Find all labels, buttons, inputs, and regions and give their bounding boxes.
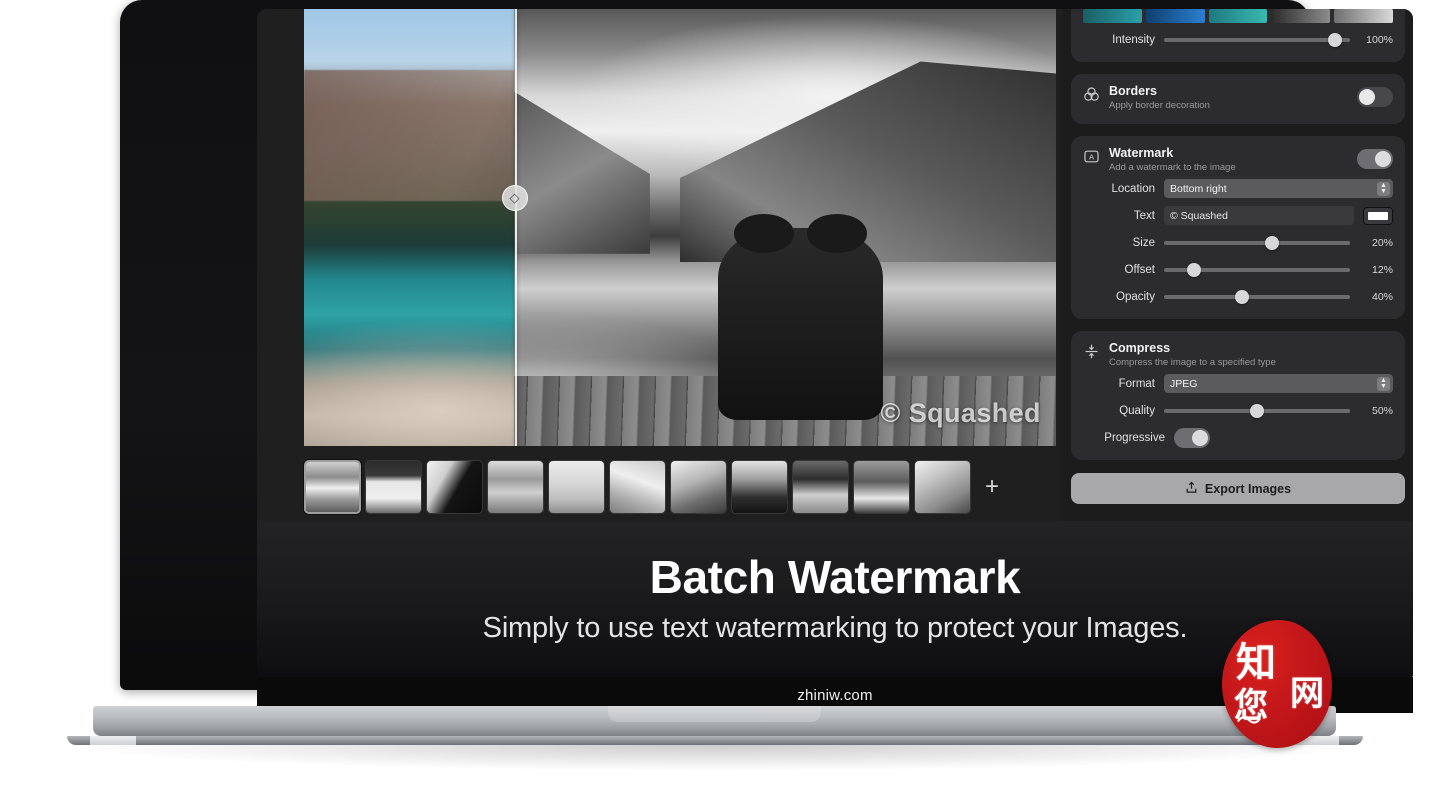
laptop-shadow — [60, 745, 1370, 771]
list-item[interactable] — [792, 460, 849, 514]
watermark-text-input[interactable]: © Squashed — [1164, 206, 1354, 225]
list-item[interactable] — [853, 460, 910, 514]
export-area: Export Images — [1071, 473, 1405, 504]
preview-column: © Squashed ◇ + — [257, 9, 1063, 521]
image-preview[interactable]: © Squashed ◇ — [304, 9, 1056, 446]
location-label: Location — [1111, 182, 1155, 195]
diamond-chevron-icon: ◇ — [509, 189, 520, 205]
filters-card: Intensity 100% — [1071, 9, 1405, 62]
list-item[interactable] — [365, 460, 422, 514]
size-label: Size — [1132, 236, 1155, 249]
compress-card: Compress Compress the image to a specifi… — [1071, 331, 1405, 460]
offset-label: Offset — [1124, 263, 1155, 276]
format-label: Format — [1118, 377, 1155, 390]
compress-subtitle: Compress the image to a specified type — [1109, 357, 1276, 368]
page-title: Batch Watermark — [649, 551, 1021, 604]
format-select[interactable]: JPEG ▲ ▼ — [1164, 374, 1393, 393]
watermark-subtitle: Add a watermark to the image — [1109, 162, 1236, 173]
watermark-location-row: Location Bottom right ▲ ▼ — [1083, 176, 1393, 201]
compress-progressive-row: Progressive — [1083, 425, 1393, 450]
intensity-slider[interactable] — [1164, 31, 1350, 49]
size-value: 20% — [1371, 236, 1393, 249]
opacity-value: 40% — [1371, 290, 1393, 303]
offset-value: 12% — [1371, 263, 1393, 276]
filter-preview-strip[interactable] — [1083, 9, 1393, 23]
borders-subtitle: Apply border decoration — [1109, 100, 1210, 111]
text-label: Text — [1133, 209, 1155, 222]
size-slider[interactable] — [1164, 234, 1350, 252]
list-item[interactable] — [731, 460, 788, 514]
watermark-title: Watermark — [1109, 146, 1174, 160]
watermark-toggle[interactable] — [1357, 149, 1393, 169]
watermark-offset-row: Offset 12% — [1083, 257, 1393, 282]
chevron-updown-icon: ▲ ▼ — [1377, 181, 1390, 196]
progressive-label: Progressive — [1104, 431, 1165, 444]
before-after-handle[interactable]: ◇ — [501, 184, 528, 211]
seal-wave-glyph: 〜 — [1236, 706, 1263, 736]
watermark-color-swatch[interactable] — [1363, 206, 1393, 225]
location-value: Bottom right — [1170, 182, 1227, 195]
compress-arrows-icon — [1083, 343, 1100, 360]
compress-format-row: Format JPEG ▲ ▼ — [1083, 371, 1393, 396]
borders-title: Borders — [1109, 84, 1157, 98]
bw-couple-subject — [717, 214, 884, 420]
laptop-foot-cut-left — [90, 736, 136, 745]
site-url-text: zhiniw.com — [797, 686, 873, 704]
borders-toggle[interactable] — [1357, 87, 1393, 107]
compress-title: Compress — [1109, 341, 1171, 355]
watermark-text-value: © Squashed — [1170, 209, 1228, 222]
compress-quality-row: Quality 50% — [1083, 398, 1393, 423]
plus-icon: + — [984, 473, 999, 500]
offset-slider[interactable] — [1164, 261, 1350, 279]
watermark-size-row: Size 20% — [1083, 230, 1393, 255]
chevron-updown-icon: ▲ ▼ — [1377, 376, 1390, 391]
laptop-foot — [67, 736, 1363, 745]
promo-subhead: Simply to use text watermarking to prote… — [482, 611, 1188, 644]
settings-sidebar: Intensity 100% Borders Apply border deco… — [1063, 9, 1413, 521]
watermark-opacity-row: Opacity 40% — [1083, 284, 1393, 309]
add-images-button[interactable]: + — [975, 460, 1009, 514]
watermark-text-row: Text © Squashed — [1083, 203, 1393, 228]
site-seal-watermark: 知 网 您 〜 — [1222, 620, 1332, 748]
export-upload-icon — [1185, 481, 1198, 497]
opacity-slider[interactable] — [1164, 288, 1350, 306]
quality-slider[interactable] — [1164, 402, 1350, 420]
intensity-row: Intensity 100% — [1083, 27, 1393, 52]
list-item[interactable] — [487, 460, 544, 514]
list-item[interactable] — [426, 460, 483, 514]
letter-a-box-icon: A — [1083, 148, 1100, 165]
quality-value: 50% — [1371, 404, 1393, 417]
app-window: © Squashed ◇ + Intensity 100% Borders Ap… — [257, 9, 1413, 677]
list-item[interactable] — [670, 460, 727, 514]
export-images-label: Export Images — [1204, 481, 1292, 496]
list-item[interactable] — [609, 460, 666, 514]
laptop-chassis: © Squashed ◇ + Intensity 100% Borders Ap… — [120, 0, 1413, 713]
progressive-toggle[interactable] — [1174, 427, 1210, 448]
laptop-screen: © Squashed ◇ + Intensity 100% Borders Ap… — [257, 9, 1413, 677]
intensity-value: 100% — [1366, 33, 1393, 46]
list-item[interactable] — [548, 460, 605, 514]
list-item[interactable] — [914, 460, 971, 514]
thumbnail-strip[interactable]: + — [304, 457, 1056, 517]
intensity-label: Intensity — [1112, 33, 1155, 46]
borders-card: Borders Apply border decoration — [1071, 74, 1405, 124]
svg-text:A: A — [1089, 153, 1095, 162]
list-item[interactable] — [304, 460, 361, 514]
location-select[interactable]: Bottom right ▲ ▼ — [1164, 179, 1393, 198]
before-after-divider — [514, 9, 517, 446]
app-top-region: © Squashed ◇ + Intensity 100% Borders Ap… — [257, 9, 1413, 521]
watermark-card: A Watermark Add a watermark to the image — [1071, 136, 1405, 319]
format-value: JPEG — [1170, 377, 1198, 390]
seal-char-2: 网 — [1290, 674, 1324, 714]
watermark-overlay-text: © Squashed — [880, 397, 1041, 428]
venn-circles-icon — [1083, 86, 1100, 103]
laptop-lid-notch — [608, 706, 821, 722]
quality-label: Quality — [1119, 404, 1155, 417]
screenshot-root: © Squashed ◇ + Intensity 100% Borders Ap… — [0, 0, 1429, 797]
export-images-button[interactable]: Export Images — [1071, 473, 1405, 504]
opacity-label: Opacity — [1116, 290, 1155, 303]
